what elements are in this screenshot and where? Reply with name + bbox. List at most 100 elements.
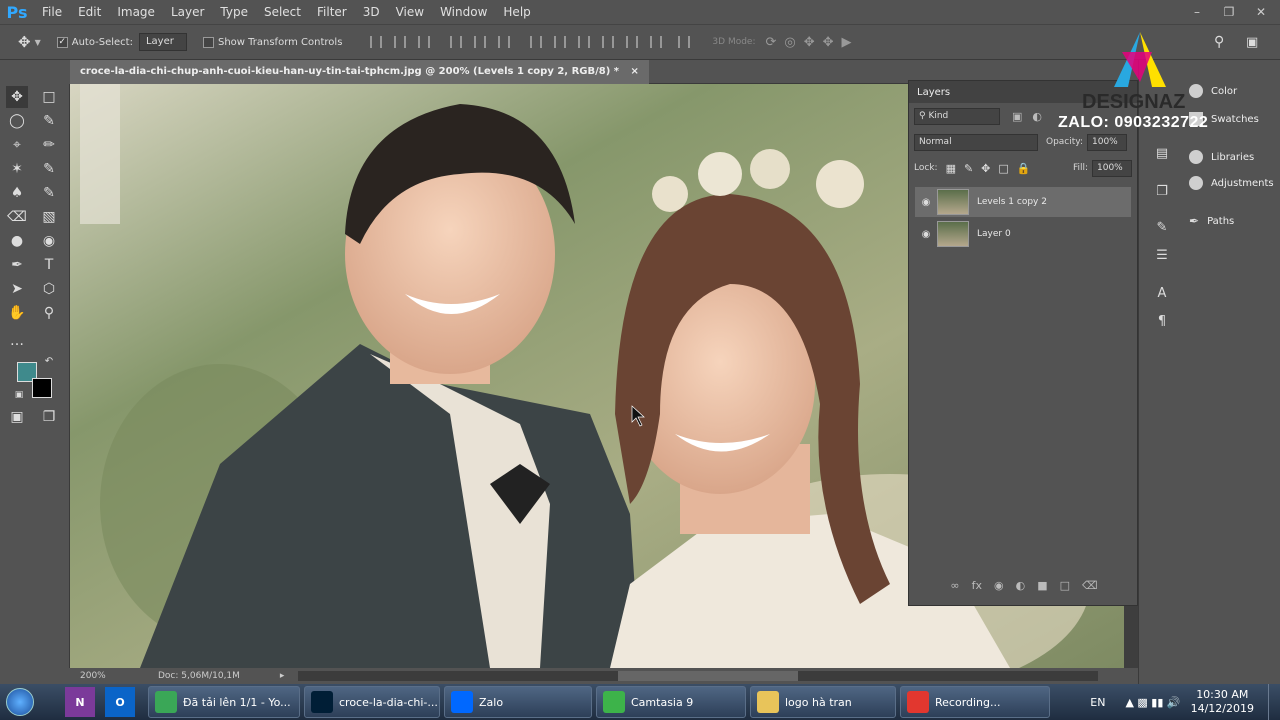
brush-tool-icon[interactable]: ✎: [38, 158, 60, 180]
fx-icon[interactable]: fx: [972, 579, 982, 592]
menu-image[interactable]: Image: [109, 0, 163, 24]
document-tab[interactable]: croce-la-dia-chi-chup-anh-cuoi-kieu-han-…: [70, 59, 649, 84]
horizontal-scrollbar[interactable]: [298, 671, 1099, 681]
tool-presets-icon[interactable]: ☰: [1149, 248, 1175, 270]
outlook-icon[interactable]: O: [105, 687, 135, 717]
adjustment-layer-icon[interactable]: ◐: [1016, 579, 1026, 592]
libraries-panel-button[interactable]: Libraries: [1189, 150, 1254, 164]
taskbar-button[interactable]: Recording...: [900, 686, 1050, 718]
paths-panel-button[interactable]: ✒ Paths: [1189, 214, 1234, 228]
visibility-eye-icon[interactable]: ◉: [915, 229, 937, 240]
onenote-icon[interactable]: N: [65, 687, 95, 717]
layer-row-levels-copy-2[interactable]: ◉ Levels 1 copy 2: [915, 187, 1131, 217]
default-colors-icon[interactable]: ▣: [12, 388, 26, 402]
paragraph-icon[interactable]: ¶: [1149, 314, 1175, 336]
auto-select-checkbox[interactable]: ✓: [56, 36, 68, 48]
gradient-tool-icon[interactable]: ▧: [38, 206, 60, 228]
fill-input[interactable]: 100%: [1092, 159, 1132, 177]
menu-window[interactable]: Window: [432, 0, 495, 24]
marquee-tool-icon[interactable]: □: [38, 86, 60, 108]
blur-tool-icon[interactable]: ●: [6, 230, 28, 252]
link-layers-icon[interactable]: ∞: [950, 579, 959, 592]
adjustments-panel-button[interactable]: Adjustments: [1189, 176, 1274, 190]
tray-icons[interactable]: ▲ ▩ ▮▮ 🔊: [1125, 696, 1180, 709]
layer-row-layer-0[interactable]: ◉ Layer 0: [915, 219, 1131, 249]
hand-tool-icon[interactable]: ✋: [6, 302, 28, 324]
distribute-left-icon[interactable]: [602, 36, 615, 48]
menu-edit[interactable]: Edit: [70, 0, 109, 24]
add-mask-icon[interactable]: ◉: [994, 579, 1004, 592]
eyedropper-tool-icon[interactable]: ✏: [38, 134, 60, 156]
history-brush-tool-icon[interactable]: ✎: [38, 182, 60, 204]
character-icon[interactable]: A: [1149, 286, 1175, 308]
status-menu-arrow-icon[interactable]: ▸: [280, 671, 285, 681]
menu-filter[interactable]: Filter: [309, 0, 355, 24]
filter-kind-dropdown[interactable]: ⚲ Kind: [914, 107, 1000, 125]
align-bottom-icon[interactable]: [418, 36, 431, 48]
menu-layer[interactable]: Layer: [163, 0, 212, 24]
taskbar-button[interactable]: Đã tải lên 1/1 - Yo...: [148, 686, 300, 718]
show-desktop-button[interactable]: [1268, 684, 1280, 720]
pen-tool-icon[interactable]: ✒: [6, 254, 28, 276]
align-top-icon[interactable]: [370, 36, 383, 48]
eraser-tool-icon[interactable]: ⌫: [6, 206, 28, 228]
menu-3d[interactable]: 3D: [355, 0, 388, 24]
swap-colors-icon[interactable]: ↶: [42, 354, 56, 368]
distribute-vcenter-icon[interactable]: [554, 36, 567, 48]
properties-icon[interactable]: ▤: [1149, 146, 1175, 168]
path-selection-tool-icon[interactable]: ➤: [6, 278, 28, 300]
shape-tool-icon[interactable]: ⬡: [38, 278, 60, 300]
quick-select-tool-icon[interactable]: ✎: [38, 110, 60, 132]
align-hcenter-icon[interactable]: [474, 36, 487, 48]
new-group-icon[interactable]: ■: [1037, 579, 1047, 592]
align-vcenter-icon[interactable]: [394, 36, 407, 48]
minimize-icon[interactable]: –: [1186, 5, 1208, 19]
menu-help[interactable]: Help: [495, 0, 538, 24]
history-icon[interactable]: ❐: [1149, 184, 1175, 206]
menu-file[interactable]: File: [34, 0, 70, 24]
clone-stamp-tool-icon[interactable]: ♠: [6, 182, 28, 204]
visibility-eye-icon[interactable]: ◉: [915, 197, 937, 208]
opacity-input[interactable]: 100%: [1087, 133, 1127, 151]
delete-layer-icon[interactable]: ⌫: [1082, 579, 1098, 592]
quick-mask-icon[interactable]: ▣: [6, 406, 28, 428]
taskbar-button[interactable]: croce-la-dia-chi-...: [304, 686, 440, 718]
close-tab-icon[interactable]: ×: [630, 66, 638, 77]
dodge-tool-icon[interactable]: ◉: [38, 230, 60, 252]
filter-icons[interactable]: ▣◐: [1012, 110, 1052, 123]
menu-type[interactable]: Type: [212, 0, 256, 24]
language-indicator[interactable]: EN: [1090, 696, 1105, 709]
start-button[interactable]: [0, 684, 40, 720]
distribute-right-icon[interactable]: [650, 36, 663, 48]
blend-mode-dropdown[interactable]: Normal: [914, 133, 1038, 151]
zoom-level[interactable]: 200%: [80, 671, 140, 681]
zoom-tool-icon[interactable]: ⚲: [38, 302, 60, 324]
taskbar-button[interactable]: Zalo: [444, 686, 592, 718]
workspace-icon[interactable]: ▣: [1246, 35, 1258, 50]
restore-icon[interactable]: ❐: [1218, 5, 1240, 19]
more-tools-icon[interactable]: …: [6, 330, 28, 352]
lock-icons[interactable]: ▦✎✥□🔒: [946, 162, 1039, 175]
align-right-icon[interactable]: [498, 36, 511, 48]
auto-align-icon[interactable]: [678, 36, 691, 48]
new-layer-icon[interactable]: □: [1060, 579, 1070, 592]
healing-brush-tool-icon[interactable]: ✶: [6, 158, 28, 180]
move-tool-icon[interactable]: ✥: [18, 33, 31, 51]
screen-mode-icon[interactable]: ❐: [38, 406, 60, 428]
brush-settings-icon[interactable]: ✎: [1149, 220, 1175, 242]
crop-tool-icon[interactable]: ⌖: [6, 134, 28, 156]
align-left-icon[interactable]: [450, 36, 463, 48]
move-tool-icon[interactable]: ✥: [6, 86, 28, 108]
auto-select-dropdown[interactable]: Layer: [138, 33, 187, 51]
menu-select[interactable]: Select: [256, 0, 309, 24]
scrollbar-thumb[interactable]: [618, 671, 799, 681]
distribute-hcenter-icon[interactable]: [626, 36, 639, 48]
distribute-top-icon[interactable]: [530, 36, 543, 48]
lasso-tool-icon[interactable]: ◯: [6, 110, 28, 132]
background-color-swatch[interactable]: [32, 378, 52, 398]
3d-tools-icon[interactable]: ⟳◎✥✥▶: [766, 35, 860, 50]
taskbar-button[interactable]: Camtasia 9: [596, 686, 746, 718]
taskbar-button[interactable]: logo hà tran: [750, 686, 896, 718]
transform-controls-checkbox[interactable]: [202, 36, 214, 48]
chevron-down-icon[interactable]: ▼: [35, 38, 41, 47]
